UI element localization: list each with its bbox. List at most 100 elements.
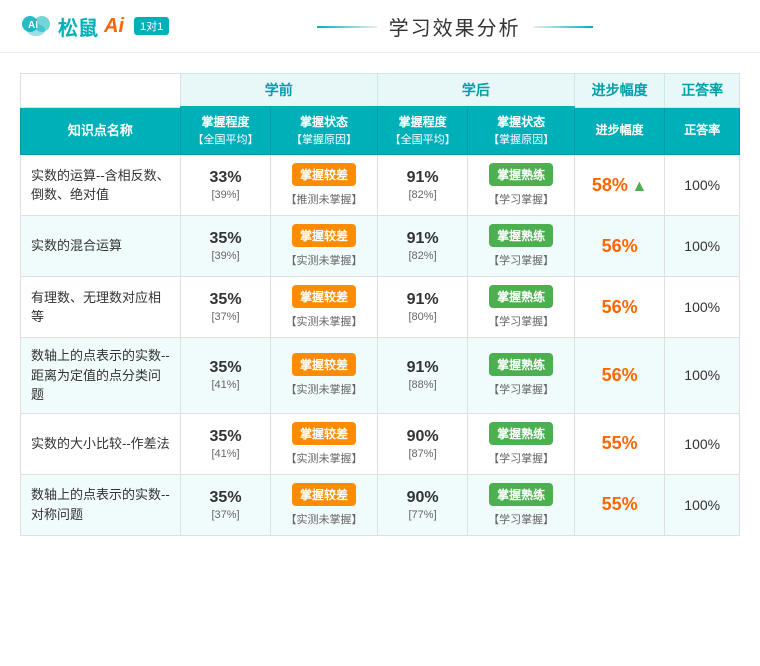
after-status-badge: 掌握熟练 xyxy=(489,353,553,376)
correct-rate-value: 100% xyxy=(684,367,720,383)
before-pct-value: 35% xyxy=(187,230,265,248)
progress-value: 56% xyxy=(602,297,638,317)
table-row: 实数的大小比较--作差法 35% [41%] 掌握较差 【实测未掌握】 90% … xyxy=(21,413,740,474)
correct-rate-value: 100% xyxy=(684,299,720,315)
cell-progress: 55% xyxy=(574,413,665,474)
correct-rate-value: 100% xyxy=(684,436,720,452)
progress-arrow-icon: ▲ xyxy=(632,178,648,195)
cell-correct-rate: 100% xyxy=(665,155,740,216)
cell-correct-rate: 100% xyxy=(665,277,740,338)
cell-after-pct: 90% [77%] xyxy=(377,474,468,535)
title-right-line xyxy=(533,26,593,28)
after-reason: 【学习掌握】 xyxy=(474,191,568,207)
header: AI 松鼠 Ai 1对1 学习效果分析 xyxy=(0,0,760,53)
table-row: 数轴上的点表示的实数--距离为定值的点分类问题 35% [41%] 掌握较差 【… xyxy=(21,338,740,414)
cell-progress: 56% xyxy=(574,216,665,277)
before-reason: 【实测未掌握】 xyxy=(277,313,371,329)
cell-before-status: 掌握较差 【实测未掌握】 xyxy=(271,216,378,277)
before-pct-value: 35% xyxy=(187,428,265,446)
before-pct-value: 33% xyxy=(187,169,265,187)
after-mastery-label: 掌握程度 xyxy=(399,115,447,129)
cell-name: 有理数、无理数对应相等 xyxy=(21,277,181,338)
before-avg-value: [39%] xyxy=(187,189,265,201)
title-text: 学习效果分析 xyxy=(389,12,521,41)
before-reason: 【实测未掌握】 xyxy=(277,252,371,268)
table-body: 实数的运算--含相反数、倒数、绝对值 33% [39%] 掌握较差 【推测未掌握… xyxy=(21,155,740,536)
cell-name: 实数的运算--含相反数、倒数、绝对值 xyxy=(21,155,181,216)
after-reason: 【学习掌握】 xyxy=(474,511,568,527)
results-table: 学前 学后 进步幅度 正答率 知识点名称 掌握程度 【全国平均】 掌握状态 【掌… xyxy=(20,73,740,536)
before-avg-value: [41%] xyxy=(187,448,265,460)
cell-before-pct: 33% [39%] xyxy=(180,155,271,216)
cell-after-pct: 91% [88%] xyxy=(377,338,468,414)
cell-before-pct: 35% [41%] xyxy=(180,338,271,414)
after-avg-value: [77%] xyxy=(384,509,462,521)
cell-correct-rate: 100% xyxy=(665,474,740,535)
col-after-status: 掌握状态 【掌握原因】 xyxy=(468,107,575,155)
after-status-badge: 掌握熟练 xyxy=(489,224,553,247)
cell-after-pct: 91% [80%] xyxy=(377,277,468,338)
group-header-row: 学前 学后 进步幅度 正答率 xyxy=(21,74,740,108)
after-avg-value: [87%] xyxy=(384,448,462,460)
cell-name: 实数的大小比较--作差法 xyxy=(21,413,181,474)
title-left-line xyxy=(317,26,377,28)
logo-area: AI 松鼠 Ai 1对1 xyxy=(20,10,169,42)
cell-before-pct: 35% [39%] xyxy=(180,216,271,277)
cell-before-status: 掌握较差 【实测未掌握】 xyxy=(271,338,378,414)
group-empty-cell xyxy=(21,74,181,108)
before-avg-value: [39%] xyxy=(187,250,265,262)
after-pct-value: 91% xyxy=(384,230,462,248)
col-before-mastery: 掌握程度 【全国平均】 xyxy=(180,107,271,155)
table-row: 实数的混合运算 35% [39%] 掌握较差 【实测未掌握】 91% [82%]… xyxy=(21,216,740,277)
after-reason: 【学习掌握】 xyxy=(474,381,568,397)
correct-rate-value: 100% xyxy=(684,177,720,193)
col-progress: 进步幅度 xyxy=(574,107,665,155)
before-status-badge: 掌握较差 xyxy=(292,422,356,445)
before-mastery-label: 掌握程度 xyxy=(202,115,250,129)
before-pct-value: 35% xyxy=(187,489,265,507)
cell-after-status: 掌握熟练 【学习掌握】 xyxy=(468,338,575,414)
cell-before-pct: 35% [41%] xyxy=(180,413,271,474)
correct-rate-value: 100% xyxy=(684,497,720,513)
progress-value: 55% xyxy=(602,494,638,514)
group-progress-cell: 进步幅度 xyxy=(574,74,665,108)
after-reason: 【学习掌握】 xyxy=(474,450,568,466)
cell-correct-rate: 100% xyxy=(665,413,740,474)
progress-value: 58% xyxy=(592,175,628,195)
col-after-mastery: 掌握程度 【全国平均】 xyxy=(377,107,468,155)
cell-before-status: 掌握较差 【推测未掌握】 xyxy=(271,155,378,216)
logo-ai-text: Ai xyxy=(104,15,124,38)
group-correct-cell: 正答率 xyxy=(665,74,740,108)
before-avg-value: [37%] xyxy=(187,311,265,323)
col-name: 知识点名称 xyxy=(21,107,181,155)
cell-progress: 58% ▲ xyxy=(574,155,665,216)
cell-correct-rate: 100% xyxy=(665,216,740,277)
after-status-badge: 掌握熟练 xyxy=(489,483,553,506)
after-pct-value: 91% xyxy=(384,291,462,309)
cell-before-status: 掌握较差 【实测未掌握】 xyxy=(271,474,378,535)
svg-text:AI: AI xyxy=(28,20,38,31)
cell-name: 数轴上的点表示的实数--距离为定值的点分类问题 xyxy=(21,338,181,414)
after-pct-value: 90% xyxy=(384,428,462,446)
group-after-header: 学后 xyxy=(377,74,574,108)
cell-progress: 56% xyxy=(574,277,665,338)
after-avg-value: [80%] xyxy=(384,311,462,323)
cell-after-status: 掌握熟练 【学习掌握】 xyxy=(468,474,575,535)
before-reason: 【实测未掌握】 xyxy=(277,511,371,527)
title-line-group: 学习效果分析 xyxy=(317,12,593,41)
correct-rate-value: 100% xyxy=(684,238,720,254)
after-status-badge: 掌握熟练 xyxy=(489,163,553,186)
before-status-sub: 【掌握原因】 xyxy=(291,134,357,146)
cell-correct-rate: 100% xyxy=(665,338,740,414)
cell-name: 数轴上的点表示的实数--对称问题 xyxy=(21,474,181,535)
before-avg-value: [37%] xyxy=(187,509,265,521)
after-status-label: 掌握状态 xyxy=(497,115,545,129)
after-pct-value: 90% xyxy=(384,489,462,507)
before-pct-value: 35% xyxy=(187,359,265,377)
after-pct-value: 91% xyxy=(384,169,462,187)
cell-name: 实数的混合运算 xyxy=(21,216,181,277)
main-content: 学前 学后 进步幅度 正答率 知识点名称 掌握程度 【全国平均】 掌握状态 【掌… xyxy=(0,53,760,546)
before-status-badge: 掌握较差 xyxy=(292,483,356,506)
sub-header-row: 知识点名称 掌握程度 【全国平均】 掌握状态 【掌握原因】 掌握程度 【全国平均… xyxy=(21,107,740,155)
after-status-badge: 掌握熟练 xyxy=(489,422,553,445)
